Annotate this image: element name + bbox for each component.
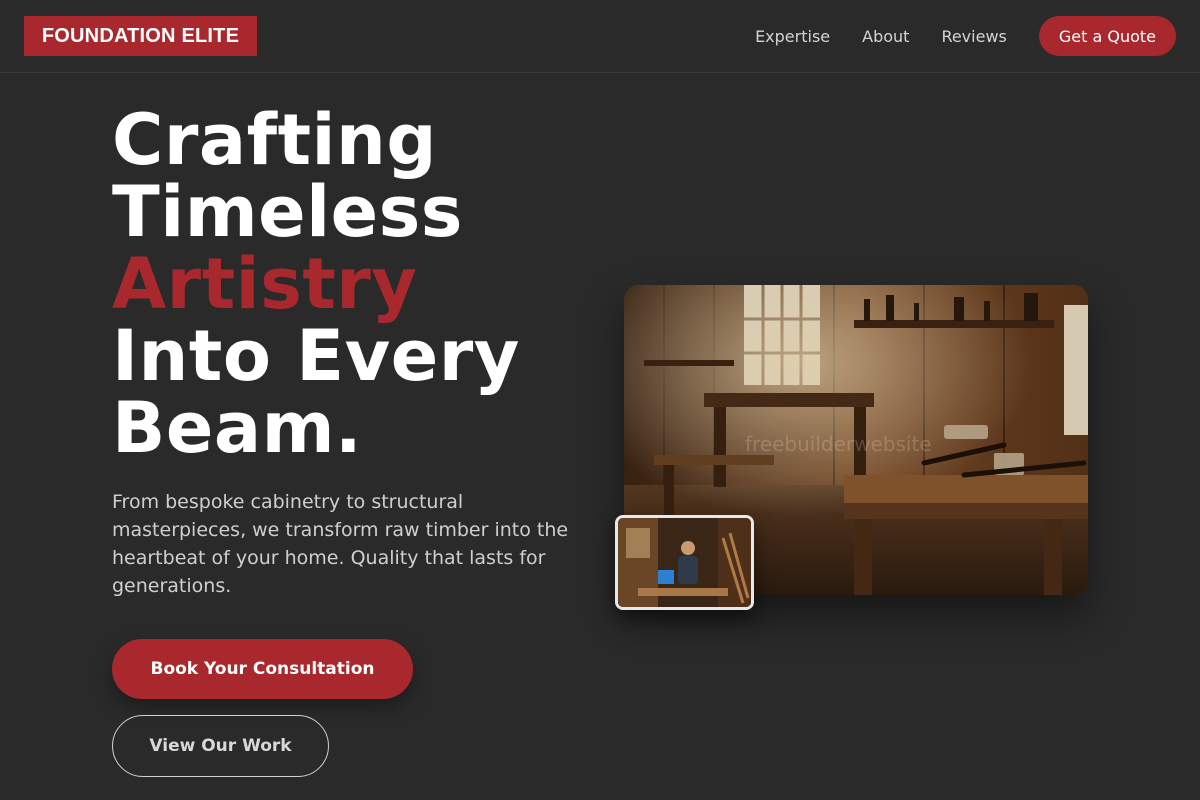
hero-title-line-5: Beam. bbox=[112, 387, 363, 469]
view-work-button[interactable]: View Our Work bbox=[112, 715, 329, 777]
nav-link-expertise[interactable]: Expertise bbox=[755, 27, 830, 46]
book-consultation-button[interactable]: Book Your Consultation bbox=[112, 639, 413, 699]
nav-link-reviews[interactable]: Reviews bbox=[941, 27, 1006, 46]
get-quote-button[interactable]: Get a Quote bbox=[1038, 16, 1176, 56]
craftsman-thumbnail bbox=[615, 515, 754, 610]
nav-link-about[interactable]: About bbox=[862, 27, 909, 46]
nav-links: Expertise About Reviews Get a Quote bbox=[755, 16, 1176, 56]
top-navbar: FOUNDATION ELITE Expertise About Reviews… bbox=[0, 0, 1200, 73]
image-watermark: freebuilderwebsite bbox=[745, 432, 932, 456]
hero-description: From bespoke cabinetry to structural mas… bbox=[112, 491, 569, 597]
hero-title-line-4: Into Every bbox=[112, 315, 520, 397]
hero-title-line-1: Crafting bbox=[112, 99, 437, 181]
hero-title-line-accent: Artistry bbox=[112, 243, 418, 325]
brand-logo[interactable]: FOUNDATION ELITE bbox=[24, 16, 257, 56]
hero-title-line-2: Timeless bbox=[112, 171, 463, 253]
hero-title: Crafting Timeless Artistry Into Every Be… bbox=[112, 104, 592, 464]
